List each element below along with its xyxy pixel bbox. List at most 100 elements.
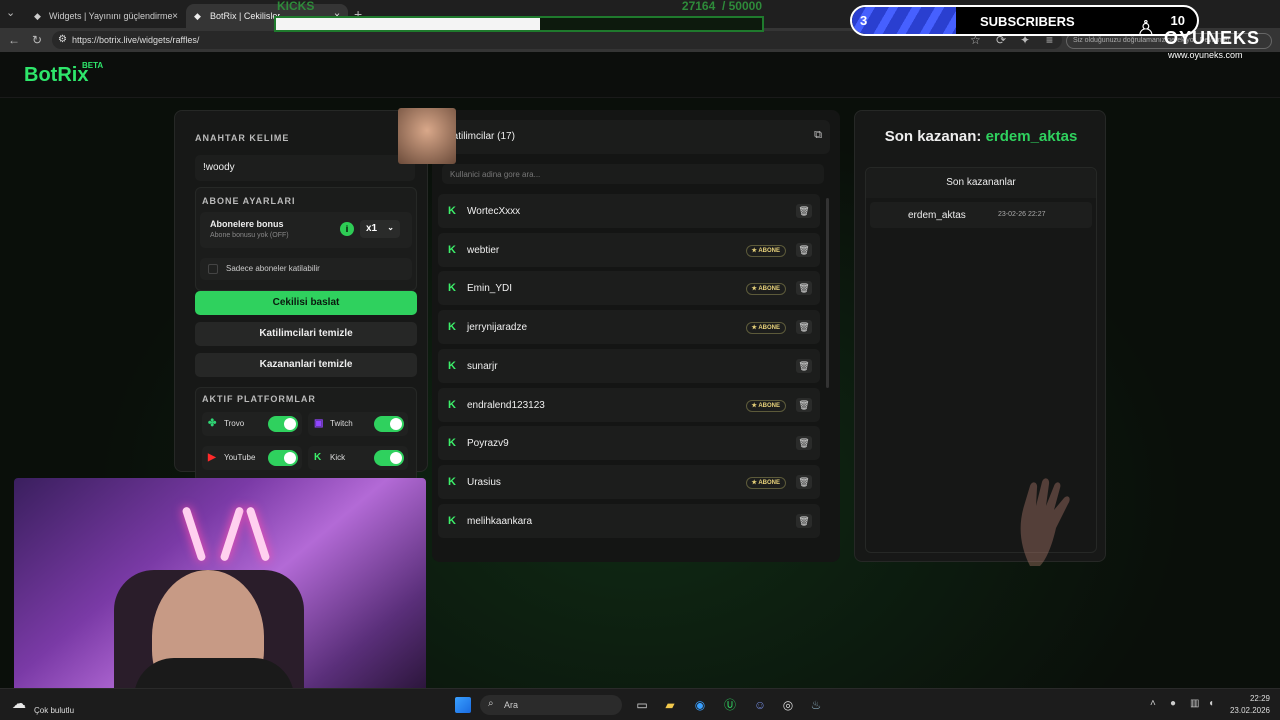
steam-icon[interactable]: ♨ [806, 695, 826, 715]
kicks-progress-fill [276, 18, 540, 30]
clock-date[interactable]: 23.02.2026 [1226, 706, 1270, 715]
neon-light [245, 506, 271, 562]
kicks-goal-overlay: KICKS 27164 / 50000 [274, 0, 764, 34]
info-icon[interactable]: i [340, 222, 354, 236]
clear-winners-button[interactable]: Kazananlari temizle [195, 353, 417, 377]
tab-search-icon[interactable]: ⌄ [6, 6, 15, 19]
task-view-icon[interactable]: ▭ [632, 695, 652, 715]
participant-name: Emin_YDI [467, 283, 513, 295]
platform-name: Kick [330, 453, 346, 462]
back-icon[interactable]: ← [8, 33, 20, 47]
trovo-toggle[interactable] [268, 416, 298, 432]
file-explorer-icon[interactable]: ▰ [660, 695, 680, 715]
multiplier-select[interactable]: x1 ⌄ [360, 220, 400, 238]
trash-icon[interactable]: 🗑 [796, 474, 812, 489]
only-subscribers-checkbox[interactable] [208, 264, 218, 274]
kicks-goal: / 50000 [721, 0, 762, 13]
subscriber-badge-label: ABONE [758, 247, 780, 254]
last-winner-heading: Son kazanan: erdem_aktas [855, 128, 1107, 145]
subscriber-badge-label: ABONE [758, 479, 780, 486]
participant-name: webtier [467, 244, 500, 256]
platform-name: Twitch [330, 419, 353, 428]
participant-name: Poyrazv9 [467, 438, 509, 450]
platform-youtube: ▶ YouTube [202, 446, 302, 470]
kick-icon: K [448, 321, 456, 334]
participant-search-input[interactable]: Kullanici adina gore ara... [442, 164, 824, 184]
trash-icon[interactable]: 🗑 [796, 242, 812, 257]
top-navbar: BotRix BETA [0, 52, 1280, 98]
only-subscribers-label: Sadece aboneler katilabilir [226, 264, 320, 273]
discord-icon[interactable]: ☺ [750, 695, 770, 715]
participant-name: sunarjr [467, 360, 498, 372]
trovo-icon: ✤ [208, 418, 217, 429]
kicks-current: 27164 [681, 0, 716, 13]
last-winner-prefix: Son kazanan: [884, 128, 982, 145]
brand-logo[interactable]: BotRix [24, 64, 88, 87]
edge-icon[interactable]: ◉ [690, 695, 710, 715]
participant-row: K Emin_YDI ★ ABONE 🗑 [438, 271, 820, 306]
kick-icon: K [448, 243, 456, 256]
raffle-settings-panel: ANAHTAR KELIME !woody ABONE AYARLARI Abo… [174, 110, 428, 483]
start-raffle-button[interactable]: Cekilisi baslat [195, 291, 417, 315]
subscriber-badge: ★ ABONE [745, 283, 786, 296]
only-subscribers-option[interactable]: Sadece aboneler katilabilir [200, 258, 412, 280]
kick-icon: K [448, 398, 456, 411]
keyword-title: ANAHTAR KELIME [195, 133, 290, 143]
trash-icon[interactable]: 🗑 [796, 397, 812, 412]
kicks-label: KICKS [277, 0, 315, 13]
kick-icon: K [314, 452, 322, 463]
participant-row: Ksunarjr 🗑 [438, 348, 820, 383]
kick-toggle[interactable] [374, 450, 404, 466]
participant-name: melihkaankara [467, 515, 533, 527]
sub-settings-title: ABONE AYARLARI [202, 196, 296, 206]
taskbar-search[interactable]: ⌕ Ara [480, 695, 622, 715]
participant-name: jerrynijaradze [467, 322, 528, 334]
network-icon[interactable]: ▥ [1190, 698, 1199, 709]
winner-date: 23-02-26 22:27 [998, 211, 1046, 218]
keyword-input[interactable]: !woody [195, 155, 415, 181]
participant-row: Kjerrynijaradze ★ ABONE 🗑 [438, 310, 820, 345]
participant-row: K Poyrazv9 🗑 [438, 426, 820, 461]
trash-icon[interactable]: 🗑 [796, 513, 812, 528]
obs-icon[interactable]: ◎ [778, 695, 798, 715]
scrollbar[interactable] [826, 198, 829, 388]
close-icon[interactable]: × [172, 11, 178, 22]
site-info-icon[interactable]: ⚙ [58, 34, 67, 45]
taskbar-search-label: Ara [504, 700, 519, 710]
streamer-thumbnail [398, 108, 456, 164]
subs-current: 3 [860, 13, 868, 28]
kick-icon: K [448, 437, 456, 450]
twitch-toggle[interactable] [374, 416, 404, 432]
youtube-toggle[interactable] [268, 450, 298, 466]
tab-widgets[interactable]: ◆ Widgets | Yayınını güçlendirmek iç × [26, 4, 186, 28]
subs-progress-fill [852, 7, 956, 34]
reload-icon[interactable]: ↻ [32, 33, 42, 47]
platform-kick: K Kick [308, 446, 408, 470]
copy-icon[interactable]: ⧉ [814, 129, 822, 142]
twitch-icon: ▣ [314, 418, 324, 429]
neon-light [219, 506, 245, 562]
trash-icon[interactable]: 🗑 [796, 281, 812, 296]
start-icon[interactable] [455, 697, 471, 713]
botrix-favicon-icon: ◆ [34, 11, 41, 21]
trash-icon[interactable]: 🗑 [796, 358, 812, 373]
weather-icon[interactable]: ☁ [12, 695, 26, 712]
platforms-title: AKTIF PLATFORMLAR [202, 394, 316, 404]
trash-icon[interactable]: 🗑 [796, 436, 812, 451]
subscriber-badge-label: ABONE [758, 286, 780, 293]
volume-icon[interactable]: ◖ [1208, 698, 1214, 709]
subscriber-badge: ★ ABONE [745, 399, 786, 412]
clear-participants-button[interactable]: Katilimcilari temizle [195, 322, 417, 346]
trash-icon[interactable]: 🗑 [796, 204, 812, 218]
participants-panel: Katilimcilar (17) ⧉ Kullanici adina gore… [432, 110, 840, 562]
kicks-count: 27164 / 50000 [682, 0, 762, 13]
microphone-icon[interactable]: ● [1170, 698, 1176, 709]
weather-text[interactable]: Çok bulutlu [34, 706, 74, 715]
trash-icon[interactable]: 🗑 [796, 320, 812, 335]
tray-chevron-icon[interactable]: ˄ [1150, 698, 1156, 709]
oyuneks-name: OYUNEKS [1164, 28, 1261, 48]
recent-winners-title: Son kazananlar [866, 168, 1096, 198]
app-icon[interactable]: Ⓤ [720, 695, 740, 715]
kick-icon: K [448, 514, 456, 527]
clock-time[interactable]: 22:29 [1236, 694, 1270, 703]
